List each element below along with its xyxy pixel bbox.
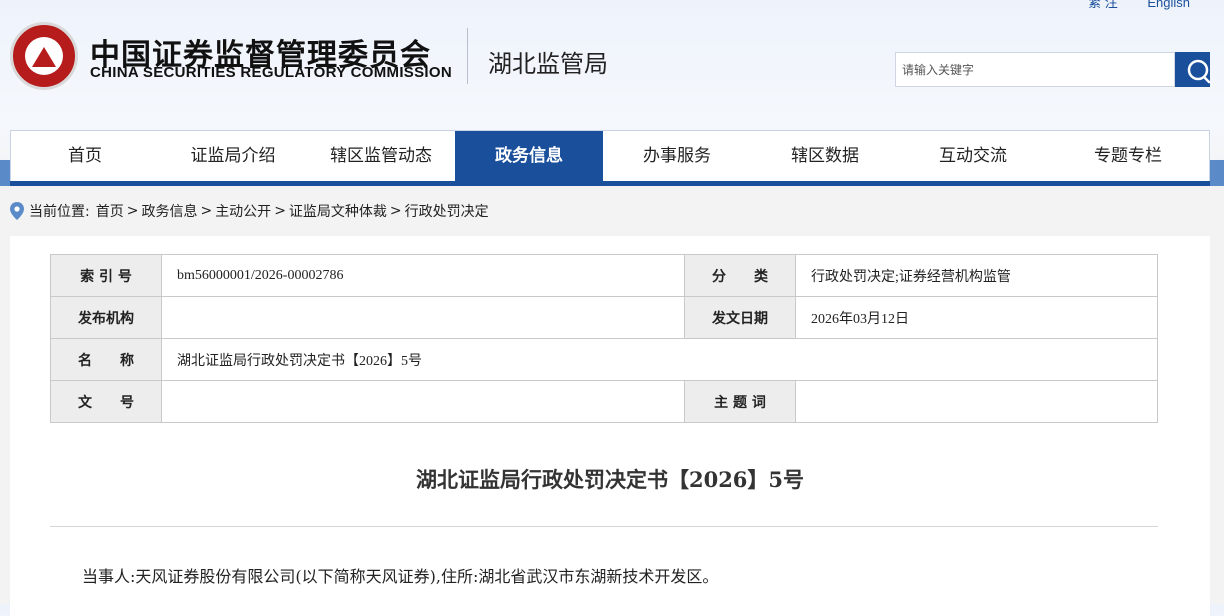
name-label: 名 称 bbox=[50, 338, 162, 381]
table-row: 发布机构 发文日期 2026年03月12日 bbox=[50, 296, 1158, 339]
date-value: 2026年03月12日 bbox=[795, 296, 1158, 339]
search-box bbox=[895, 52, 1211, 87]
breadcrumb: 当前位置: 首页 > 政务信息 > 主动公开 > 证监局文种体裁 > 行政处罚决… bbox=[10, 201, 489, 221]
org-name-en: CHINA SECURITIES REGULATORY COMMISSION bbox=[90, 64, 452, 81]
logo-divider bbox=[467, 28, 468, 84]
nav-item-topics[interactable]: 专题专栏 bbox=[1047, 131, 1209, 181]
title-divider bbox=[50, 526, 1158, 527]
bureau-name: 湖北监管局 bbox=[488, 50, 608, 78]
docno-label: 文 号 bbox=[50, 380, 162, 423]
nav-item-data[interactable]: 辖区数据 bbox=[751, 131, 899, 181]
csrc-seal-icon bbox=[10, 22, 78, 90]
main-nav: 首页 证监局介绍 辖区监管动态 政务信息 办事服务 辖区数据 互动交流 专题专栏 bbox=[10, 130, 1210, 182]
breadcrumb-separator: > bbox=[389, 203, 402, 219]
nav-strip-left bbox=[0, 160, 10, 186]
party-paragraph: 当事人:天风证券股份有限公司(以下简称天风证券),住所:湖北省武汉市东湖新技术开… bbox=[82, 567, 719, 586]
nav-item-home[interactable]: 首页 bbox=[11, 131, 159, 181]
table-row: 文 号 主 题 词 bbox=[50, 380, 1158, 423]
document-meta-table: 索 引 号 bm56000001/2026-00002786 分 类 行政处罚决… bbox=[50, 254, 1158, 423]
docno-value bbox=[161, 380, 685, 423]
nav-item-interaction[interactable]: 互动交流 bbox=[899, 131, 1047, 181]
index-value: bm56000001/2026-00002786 bbox=[161, 254, 685, 297]
breadcrumb-separator: > bbox=[200, 203, 213, 219]
nav-underline bbox=[10, 181, 1210, 186]
category-label: 分 类 bbox=[684, 254, 796, 297]
issuer-value bbox=[161, 296, 685, 339]
keywords-label: 主 题 词 bbox=[684, 380, 796, 423]
name-value: 湖北证监局行政处罚决定书【2026】5号 bbox=[161, 338, 1158, 381]
category-value: 行政处罚决定;证券经营机构监管 bbox=[795, 254, 1158, 297]
breadcrumb-separator: > bbox=[126, 203, 139, 219]
search-icon bbox=[1187, 59, 1211, 84]
date-label: 发文日期 bbox=[684, 296, 796, 339]
document-title: 湖北证监局行政处罚决定书【2026】5号 bbox=[415, 467, 805, 492]
content-panel: 索 引 号 bm56000001/2026-00002786 分 类 行政处罚决… bbox=[10, 236, 1210, 616]
breadcrumb-prefix: 当前位置: bbox=[29, 204, 90, 220]
breadcrumb-separator: > bbox=[274, 203, 286, 219]
nav-strip-right bbox=[1210, 160, 1224, 186]
table-row: 索 引 号 bm56000001/2026-00002786 分 类 行政处罚决… bbox=[50, 254, 1158, 297]
nav-item-government-info[interactable]: 政务信息 bbox=[455, 131, 603, 181]
keywords-value bbox=[795, 380, 1158, 423]
breadcrumb-public[interactable]: 主动公开 bbox=[215, 201, 271, 221]
breadcrumb-home[interactable]: 首页 bbox=[96, 201, 124, 221]
breadcrumb-penalty[interactable]: 行政处罚决定 bbox=[405, 201, 489, 221]
search-input[interactable] bbox=[895, 52, 1175, 87]
nav-item-services[interactable]: 办事服务 bbox=[603, 131, 751, 181]
breadcrumb-government-info[interactable]: 政务信息 bbox=[141, 201, 197, 221]
header: 中国证券监督管理委员会 CHINA SECURITIES REGULATORY … bbox=[0, 0, 1224, 130]
breadcrumb-doc-types[interactable]: 证监局文种体裁 bbox=[289, 201, 387, 221]
search-button[interactable] bbox=[1175, 52, 1211, 87]
issuer-label: 发布机构 bbox=[50, 296, 162, 339]
index-label: 索 引 号 bbox=[50, 254, 162, 297]
nav-item-supervision-news[interactable]: 辖区监管动态 bbox=[307, 131, 455, 181]
nav-item-about[interactable]: 证监局介绍 bbox=[159, 131, 307, 181]
location-pin-icon bbox=[10, 202, 24, 220]
table-row: 名 称 湖北证监局行政处罚决定书【2026】5号 bbox=[50, 338, 1158, 381]
